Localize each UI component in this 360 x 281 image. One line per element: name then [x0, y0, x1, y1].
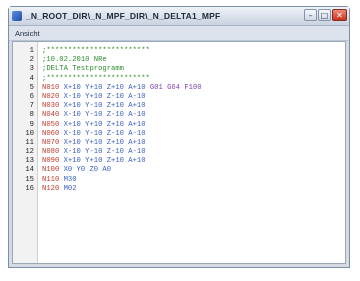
code-line[interactable]: 10 N060 X-10 Y-10 Z-10 A-10: [13, 130, 345, 139]
code-line[interactable]: 1 ;************************: [13, 47, 345, 56]
code-lines: 1 ;************************ 2 ;10.02.2010 N…: [13, 47, 345, 194]
code-token: X+10 Y+10 Z+10 A+10: [59, 157, 146, 166]
code-token: N110: [42, 175, 60, 184]
line-number: 16: [25, 184, 34, 193]
line-number: 14: [25, 166, 34, 175]
line-number: 2: [29, 56, 34, 65]
code-line[interactable]: 5 N010 X+10 Y+10 Z+10 A+10 G01 G64 F100: [13, 84, 345, 93]
code-text: N090 X+10 Y+10 Z+10 A+10: [37, 157, 146, 166]
code-token: N120: [42, 184, 60, 193]
code-token: N060: [42, 129, 60, 138]
line-number: 6: [29, 92, 34, 101]
line-number: 11: [25, 138, 34, 147]
code-line[interactable]: 14 N100 X0 Y0 Z0 A0: [13, 166, 345, 175]
code-line[interactable]: 9 N050 X+10 Y+10 Z+10 A+10: [13, 121, 345, 130]
code-line[interactable]: 12 N080 X-10 Y-10 Z-10 A-10: [13, 148, 345, 157]
code-token: X-10 Y+10 Z-10 A-10: [59, 92, 146, 101]
line-number: 15: [25, 175, 34, 184]
line-number: 13: [25, 157, 34, 166]
code-token: N040: [42, 111, 60, 120]
code-line[interactable]: 8 N040 X-10 Y-10 Z-10 A-10: [13, 111, 345, 120]
code-token: X-10 Y-10 Z-10 A-10: [59, 111, 146, 120]
code-token: N020: [42, 92, 60, 101]
window-title: _N_ROOT_DIR\_N_MPF_DIR\_N_DELTA1_MPF: [26, 11, 221, 21]
code-text: ;DELTA Testprogramm: [37, 65, 124, 74]
code-text: N120 M02: [37, 185, 77, 194]
code-text: ;************************: [37, 75, 150, 84]
line-number: 1: [29, 47, 34, 55]
minimize-button[interactable]: –: [304, 9, 317, 21]
editor-window: _N_ROOT_DIR\_N_MPF_DIR\_N_DELTA1_MPF – □…: [8, 6, 350, 268]
code-text: N060 X-10 Y-10 Z-10 A-10: [37, 130, 146, 139]
code-text: ;************************: [37, 47, 150, 56]
code-token: ;DELTA Testprogramm: [42, 65, 124, 74]
code-token: N080: [42, 148, 60, 157]
code-token: N030: [42, 102, 60, 111]
window-controls: – □ ✕: [304, 9, 347, 21]
code-text: ;10.02.2010 NRe: [37, 56, 107, 65]
code-token: ;10.02.2010 NRe: [42, 56, 107, 65]
code-line[interactable]: 2 ;10.02.2010 NRe: [13, 56, 345, 65]
code-token: N010: [42, 83, 60, 92]
code-token: M02: [59, 184, 77, 193]
code-token: X-10 Y-10 Z-10 A-10: [59, 148, 146, 157]
code-text: N100 X0 Y0 Z0 A0: [37, 166, 111, 175]
code-text: N080 X-10 Y-10 Z-10 A-10: [37, 148, 146, 157]
code-token: X+10 Y+10 Z+10 A+10: [59, 120, 146, 129]
maximize-button[interactable]: □: [318, 9, 331, 21]
code-line[interactable]: 15 N110 M30: [13, 176, 345, 185]
code-line[interactable]: 13 N090 X+10 Y+10 Z+10 A+10: [13, 157, 345, 166]
code-token: ;************************: [42, 47, 150, 55]
code-token: X+10 Y+10 Z+10 A+10: [59, 83, 150, 92]
code-line[interactable]: 11 N070 X+10 Y+10 Z+10 A+10: [13, 139, 345, 148]
menu-bar: Ansicht: [9, 26, 349, 41]
code-line[interactable]: 3 ;DELTA Testprogramm: [13, 65, 345, 74]
code-token: X0 Y0 Z0 A0: [59, 166, 112, 175]
line-number: 8: [29, 111, 34, 120]
code-token: N100: [42, 166, 60, 175]
title-bar[interactable]: _N_ROOT_DIR\_N_MPF_DIR\_N_DELTA1_MPF – □…: [9, 7, 349, 26]
code-token: X+10 Y+10 Z+10 A+10: [59, 138, 146, 147]
code-token: M30: [59, 175, 77, 184]
code-token: N050: [42, 120, 60, 129]
close-button[interactable]: ✕: [332, 9, 347, 21]
code-token: N070: [42, 138, 60, 147]
menu-ansicht[interactable]: Ansicht: [15, 29, 40, 38]
line-number: 3: [29, 65, 34, 74]
line-number: 7: [29, 102, 34, 111]
code-text: N050 X+10 Y+10 Z+10 A+10: [37, 121, 146, 130]
line-number: 9: [29, 120, 34, 129]
code-line[interactable]: 7 N030 X+10 Y-10 Z+10 A+10: [13, 102, 345, 111]
code-line[interactable]: 4 ;************************: [13, 75, 345, 84]
code-text: N110 M30: [37, 176, 77, 185]
code-token: ;************************: [42, 74, 150, 83]
code-text: N030 X+10 Y-10 Z+10 A+10: [37, 102, 146, 111]
line-number: 5: [29, 83, 34, 92]
line-number: 4: [29, 74, 34, 83]
code-text: N020 X-10 Y+10 Z-10 A-10: [37, 93, 146, 102]
code-token: G01 G64 F100: [149, 83, 202, 92]
code-text: N010 X+10 Y+10 Z+10 A+10 G01 G64 F100: [37, 84, 202, 93]
line-number: 12: [25, 148, 34, 157]
code-line[interactable]: 6 N020 X-10 Y+10 Z-10 A-10: [13, 93, 345, 102]
line-number: 10: [25, 129, 34, 138]
code-token: X+10 Y-10 Z+10 A+10: [59, 102, 146, 111]
code-token: N090: [42, 157, 60, 166]
code-token: X-10 Y-10 Z-10 A-10: [59, 129, 146, 138]
code-text: N040 X-10 Y-10 Z-10 A-10: [37, 111, 146, 120]
code-text: N070 X+10 Y+10 Z+10 A+10: [37, 139, 146, 148]
app-icon: [12, 11, 22, 21]
code-editor[interactable]: 1 ;************************ 2 ;10.02.2010 N…: [12, 41, 346, 264]
code-line[interactable]: 16 N120 M02: [13, 185, 345, 194]
